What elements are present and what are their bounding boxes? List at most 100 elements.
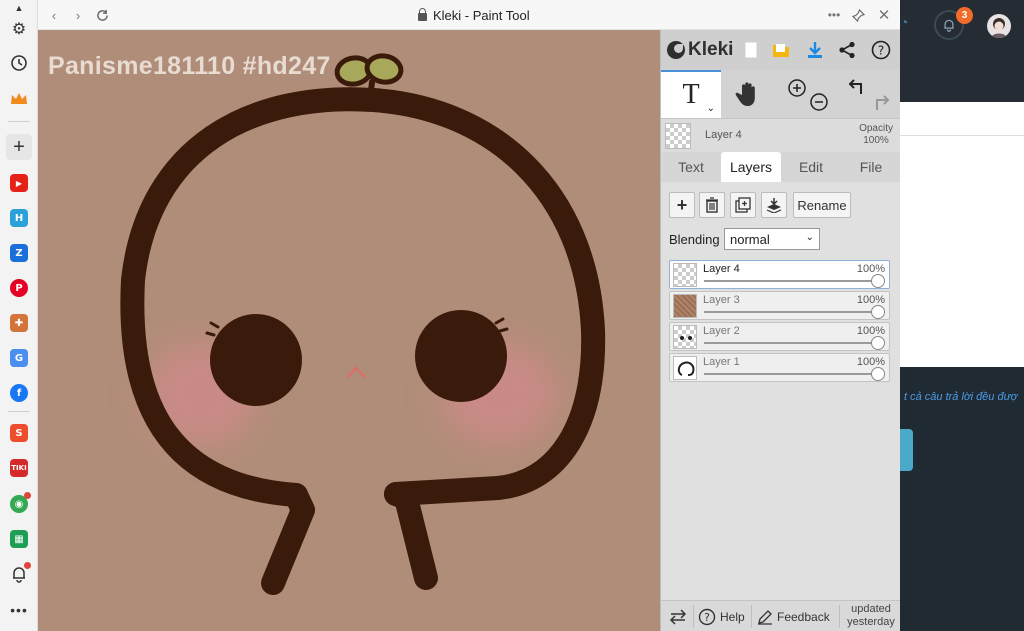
sheets-icon[interactable]: ▦ (6, 526, 32, 552)
maps-icon[interactable]: ◉ (6, 491, 32, 517)
history-icon[interactable] (6, 50, 32, 76)
feedback-button[interactable]: Feedback (757, 601, 830, 631)
zoom-out-icon (810, 93, 828, 111)
redo-icon (876, 95, 890, 110)
layer-opacity-slider[interactable] (704, 342, 878, 344)
reload-icon[interactable] (92, 5, 112, 25)
settings-gear-icon[interactable]: ⚙ (6, 16, 32, 42)
undo-icon (848, 79, 862, 94)
pin-icon[interactable] (848, 5, 868, 25)
tab-file[interactable]: File (841, 152, 901, 182)
layer-opacity-slider-handle[interactable] (871, 274, 885, 288)
layer-opacity-value: 100% (856, 325, 885, 337)
layer-opacity-slider-handle[interactable] (871, 367, 885, 381)
layer-row[interactable]: Layer 3 100% (669, 291, 890, 320)
shopee-icon[interactable]: S (6, 420, 32, 446)
lock-icon (418, 8, 427, 21)
blending-mode-select[interactable]: normal ⌄ (724, 228, 820, 250)
translate-icon[interactable]: G (6, 345, 32, 371)
background-answer-section: t cả câu trả lời đều đượ (900, 367, 1024, 631)
updated-status[interactable]: updated yesterday (843, 603, 899, 629)
rename-layer-button[interactable]: Rename (793, 192, 851, 218)
messenger-icon[interactable]: f (6, 380, 32, 406)
panel-header: Kleki ? (661, 30, 901, 70)
right-eye (415, 310, 507, 402)
user-avatar[interactable] (987, 14, 1011, 38)
text-tool-chevron-down-icon[interactable]: ⌄ (707, 103, 715, 114)
notification-bell-icon[interactable] (6, 561, 32, 587)
layer-name: Layer 2 (703, 325, 740, 337)
tab-edit[interactable]: Edit (781, 152, 841, 182)
swap-panel-icon[interactable] (669, 601, 687, 631)
layer-opacity-value: 100% (856, 263, 885, 275)
add-panel-icon[interactable]: + (6, 134, 32, 160)
merge-layer-button[interactable] (761, 192, 787, 218)
svg-text:?: ? (704, 611, 710, 624)
zalo-icon[interactable]: Z (6, 240, 32, 266)
close-icon[interactable]: ✕ (874, 5, 894, 25)
background-action-button[interactable] (900, 429, 913, 471)
layer-name: Layer 3 (703, 294, 740, 306)
layers-tab-content: + Rename Blending normal ⌄ Layer 4 100% (661, 182, 901, 600)
help-question-icon[interactable]: ? (867, 36, 895, 64)
layer-row[interactable]: Layer 4 100% (669, 260, 890, 289)
save-download-icon[interactable] (801, 36, 829, 64)
notification-count-badge: 3 (956, 7, 973, 24)
tab-layers[interactable]: Layers (721, 152, 781, 182)
background-answers-link[interactable]: t cả câu trả lời đều đượ (904, 391, 1017, 403)
layer-opacity-slider[interactable] (704, 373, 878, 375)
chevron-down-icon: ⌄ (805, 232, 814, 243)
duplicate-icon (735, 197, 751, 213)
add-layer-button[interactable]: + (669, 192, 695, 218)
layer-opacity-slider[interactable] (704, 280, 878, 282)
current-layer-info: Layer 4 Opacity 100% (661, 118, 901, 152)
forward-icon[interactable]: › (68, 5, 88, 25)
svg-text:?: ? (878, 44, 884, 58)
duplicate-layer-button[interactable] (730, 192, 756, 218)
layer-name: Layer 1 (703, 356, 740, 368)
delete-layer-button[interactable] (699, 192, 725, 218)
layer-row[interactable]: Layer 1 100% (669, 353, 890, 382)
kleki-logo[interactable]: Kleki (667, 36, 733, 64)
layer-row[interactable]: Layer 2 100% (669, 322, 890, 351)
trash-icon (706, 197, 718, 213)
drawing-canvas[interactable]: Panisme181110 #hd247 (38, 30, 660, 631)
window-more-icon[interactable]: ••• (824, 5, 844, 25)
sidebar-scroll-up-icon[interactable]: ▲ (6, 2, 32, 14)
feedback-pencil-icon (758, 609, 772, 625)
shield-app-icon[interactable]: ✚ (6, 310, 32, 336)
left-leg (261, 483, 315, 595)
browser-sidebar: ▲ ⚙ + ▶ H Z P ✚ G f S TIKI ◉ ▦ ••• (0, 0, 38, 631)
sprout-stem (367, 79, 375, 103)
background-chat-icon[interactable]: ◔ (900, 14, 914, 36)
layer-thumbnail (673, 263, 697, 287)
mouth (346, 366, 367, 379)
tab-text[interactable]: Text (661, 152, 721, 182)
tiki-icon[interactable]: TIKI (6, 455, 32, 481)
current-layer-thumbnail (665, 123, 691, 149)
share-icon[interactable] (833, 36, 861, 64)
youtube-icon[interactable]: ▶ (6, 170, 32, 196)
crown-icon[interactable] (6, 86, 32, 112)
app-h-icon[interactable]: H (6, 205, 32, 231)
text-tool-button[interactable]: T ⌄ (661, 70, 721, 118)
layer-opacity-slider[interactable] (704, 311, 878, 313)
back-icon[interactable]: ‹ (44, 5, 64, 25)
pinterest-icon[interactable]: P (6, 275, 32, 301)
blending-label: Blending (669, 232, 720, 247)
left-eye (210, 314, 302, 406)
open-folder-icon[interactable] (767, 36, 795, 64)
new-file-icon[interactable] (737, 36, 765, 64)
right-leg (384, 482, 438, 590)
window-title-text: Kleki - Paint Tool (433, 8, 530, 23)
layer-thumbnail (673, 325, 697, 349)
hand-tool-icon[interactable] (731, 70, 765, 118)
layer-thumbnail (673, 356, 697, 380)
layer-opacity-slider-handle[interactable] (871, 336, 885, 350)
window-title: Kleki - Paint Tool (418, 8, 530, 23)
maps-notification-dot (24, 492, 31, 499)
panel-tabs: Text Layers Edit File (661, 152, 901, 182)
help-button[interactable]: ? Help (698, 601, 745, 631)
layer-opacity-slider-handle[interactable] (871, 305, 885, 319)
more-options-icon[interactable]: ••• (6, 597, 32, 623)
